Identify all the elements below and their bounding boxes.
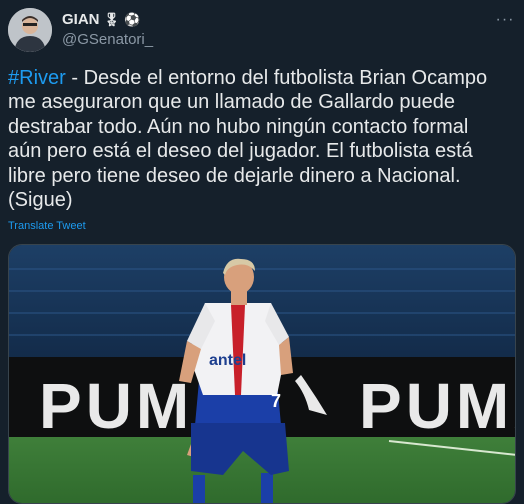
- soccer-ball-emoji-icon: ⚽: [124, 12, 141, 27]
- author-name[interactable]: GIAN: [62, 11, 100, 28]
- author-avatar[interactable]: [8, 8, 52, 52]
- tweet-photo[interactable]: PUMA PUMA antel 7: [8, 244, 516, 504]
- tweet-text: #River - Desde el entorno del futbolista…: [8, 66, 514, 212]
- author-name-row[interactable]: GIAN 🎖 ⚽: [62, 11, 140, 28]
- soccer-player-photo: PUMA PUMA antel 7: [9, 245, 516, 503]
- hashtag-link[interactable]: #River: [8, 67, 66, 89]
- tweet-body: - Desde el entorno del futbolista Brian …: [8, 67, 488, 212]
- avatar-image: [8, 8, 52, 52]
- jersey-number-text: 7: [271, 391, 281, 411]
- more-options-icon[interactable]: ···: [494, 9, 516, 31]
- ad-board-text-repeat: PUMA: [359, 370, 516, 442]
- author-handle[interactable]: @GSenatori_: [62, 31, 153, 48]
- jersey-sponsor-text: antel: [209, 352, 246, 369]
- medal-emoji-icon: 🎖: [103, 12, 121, 27]
- translate-tweet-link[interactable]: Translate Tweet: [8, 220, 86, 232]
